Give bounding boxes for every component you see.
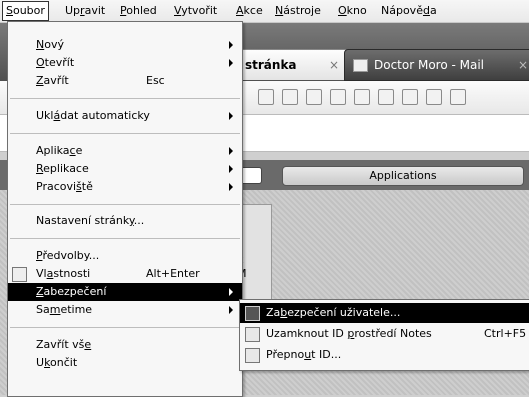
menu-item-predvolby[interactable]: Předvolby... [8,247,242,265]
menu-separator [10,238,240,239]
tab-home[interactable]: stránka × [238,49,350,80]
shortcut-label: Esc [146,74,165,87]
submenu-arrow-icon [229,165,233,173]
menu-item-zavrit-vse[interactable]: Zavřít vše [8,336,242,354]
close-icon[interactable]: × [329,50,339,80]
tab-home-label: stránka [245,58,297,72]
lock-id-icon [245,327,260,342]
menu-item-aplikace[interactable]: Aplikace [8,142,242,160]
menu-item-zavrit[interactable]: Zavřít Esc [8,72,242,90]
menu-vytvorit[interactable]: Vytvořit [171,3,220,19]
submenu-arrow-icon [229,41,233,49]
shortcut-label: Alt+Enter [146,267,200,280]
menu-bar: Soubor Upravit Pohled Vytvořit Akce Nást… [0,0,529,23]
submenu-item-zabezpeceni-uzivatele[interactable]: Zabezpečení uživatele... [240,303,529,323]
menu-akce[interactable]: Akce [233,3,266,19]
submenu-arrow-icon [229,112,233,120]
menu-napoveda[interactable]: Nápověda [378,3,440,19]
menu-separator [10,327,240,328]
submenu-arrow-icon [229,288,233,296]
properties-icon [12,267,27,282]
applications-button[interactable]: Applications [282,166,524,186]
soubor-menu: Nový Otevřít Zavřít Esc Ukládat automatic… [7,21,243,397]
security-user-icon [245,306,260,321]
database-icon[interactable] [426,89,442,105]
shortcut-label: Ctrl+F5 [484,327,527,340]
menu-item-zabezpeceni[interactable]: Zabezpečení [8,283,242,301]
database-icon[interactable] [450,89,466,105]
document-icon[interactable] [378,89,394,105]
mail-icon [353,59,368,72]
menu-item-ukladat-automaticky[interactable]: Ukládat automaticky [8,107,242,125]
zabezpeceni-submenu: Zabezpečení uživatele... Uzamknout ID pr… [239,299,529,371]
menu-item-nastaveni-stranky[interactable]: Nastavení stránky... [8,212,242,230]
submenu-arrow-icon [229,183,233,191]
menu-item-novy[interactable]: Nový [8,36,242,54]
tab-mail-label: Doctor Moro - Mail [374,58,485,72]
contacts-icon[interactable] [306,89,322,105]
submenu-item-prepnout-id[interactable]: Přepnout ID... [240,345,529,365]
tab-mail[interactable]: Doctor Moro - Mail × [344,49,529,81]
bookmark-icon[interactable] [354,89,370,105]
menu-item-otevrit[interactable]: Otevřít [8,54,242,72]
calendar-icon[interactable] [282,89,298,105]
menu-item-sametime[interactable]: Sametime [8,301,242,319]
menu-upravit[interactable]: Upravit [62,3,108,19]
submenu-item-uzamknout-id[interactable]: Uzamknout ID prostředí Notes Ctrl+F5 [240,324,529,344]
submenu-arrow-icon [229,59,233,67]
sametime-icon[interactable] [330,89,346,105]
home-icon[interactable] [258,89,274,105]
apps-field[interactable] [240,167,262,184]
menu-pohled[interactable]: Pohled [117,3,160,19]
submenu-arrow-icon [229,306,233,314]
close-icon[interactable]: × [518,50,528,80]
menu-separator [10,204,240,205]
switch-id-icon [245,348,260,363]
menu-item-replikace[interactable]: Replikace [8,160,242,178]
menu-item-pracoviste[interactable]: Pracoviště [8,178,242,196]
menu-okno[interactable]: Okno [335,3,370,19]
submenu-arrow-icon [229,147,233,155]
menu-separator [10,133,240,134]
menu-item-ukoncit[interactable]: Ukončit [8,354,242,372]
menu-nastroje[interactable]: Nástroje [272,3,324,19]
menu-separator [10,98,240,99]
menu-soubor[interactable]: Soubor [2,1,49,21]
menu-item-vlastnosti[interactable]: Vlastnosti Alt+Enter [8,265,242,283]
replicate-icon[interactable] [402,89,418,105]
